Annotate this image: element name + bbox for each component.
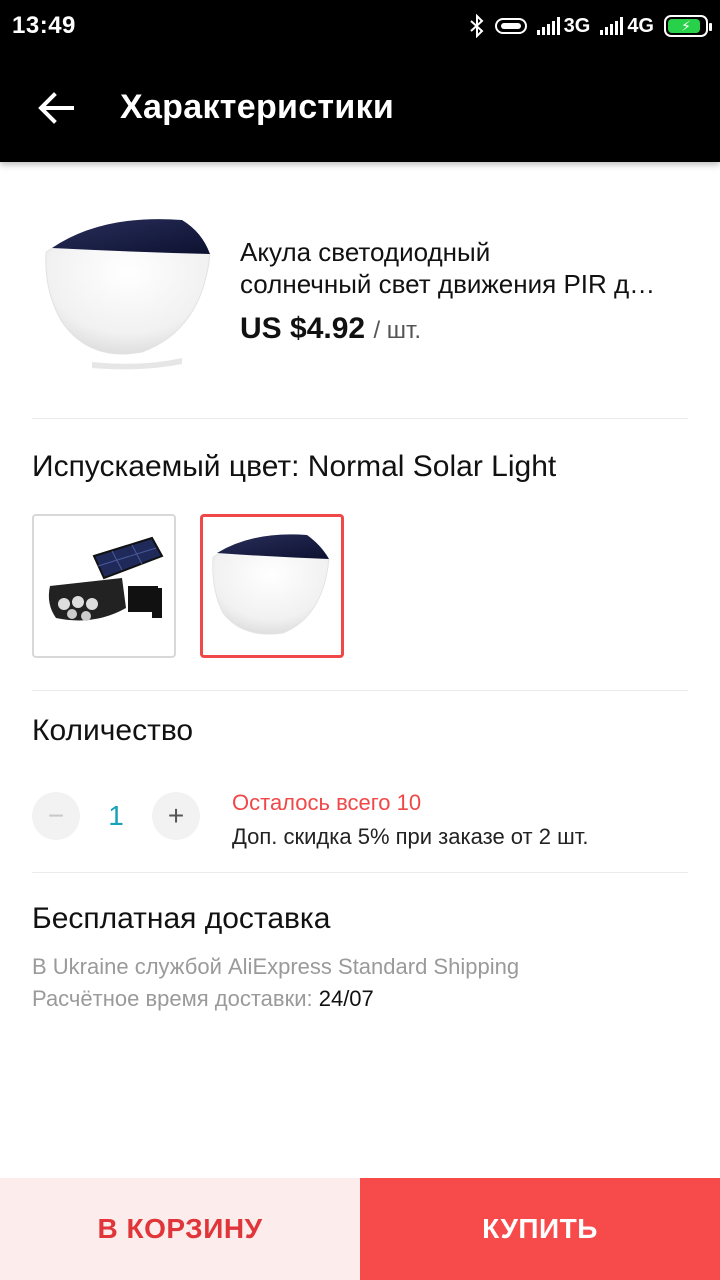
color-swatch-flood[interactable]	[32, 514, 176, 658]
quantity-label: Количество	[32, 714, 194, 747]
product-name: Акула светодиодный солнечный свет движен…	[240, 237, 656, 299]
quantity-increase-button[interactable]: +	[152, 792, 200, 840]
status-icons: 3G 4G ⚡	[469, 12, 712, 40]
status-bar: 13:49 3G 4G ⚡	[0, 0, 720, 52]
status-time: 13:49	[12, 12, 76, 39]
divider	[32, 690, 688, 691]
add-to-cart-button[interactable]: В КОРЗИНУ	[0, 1178, 360, 1280]
product-summary: Акула светодиодный солнечный свет движен…	[32, 212, 692, 382]
divider	[32, 872, 688, 873]
shipping-title: Бесплатная доставка	[32, 902, 331, 935]
plus-icon: +	[167, 800, 185, 831]
product-thumbnail[interactable]	[32, 212, 214, 372]
price-unit: / шт.	[373, 317, 422, 344]
vibrate-icon	[494, 18, 527, 34]
bluetooth-icon	[469, 14, 484, 38]
minus-icon: −	[47, 800, 65, 831]
battery-charging-icon: ⚡	[664, 15, 712, 37]
signal-icon	[536, 17, 560, 35]
color-swatch-normal-solar-light[interactable]	[200, 514, 344, 658]
shipping-method: В Ukraine службой AliExpress Standard Sh…	[32, 954, 520, 979]
signal-icon	[600, 17, 624, 35]
quantity-value[interactable]: 1	[96, 800, 136, 832]
stock-note: Осталось всего 10	[232, 790, 422, 815]
bottom-action-bar: В КОРЗИНУ КУПИТЬ	[0, 1178, 720, 1280]
app-bar: Характеристики	[0, 52, 720, 162]
normal-solar-light-image	[212, 534, 330, 635]
product-price: US $4.92	[240, 312, 366, 345]
divider	[32, 418, 688, 419]
price-row: US $4.92 / шт.	[240, 312, 421, 346]
back-button[interactable]	[30, 82, 82, 134]
signal-3g: 3G	[536, 14, 591, 38]
network-3g-label: 3G	[563, 14, 591, 37]
shipping-eta-label: Расчётное время доставки:	[32, 986, 319, 1011]
quantity-decrease-button[interactable]: −	[32, 792, 80, 840]
signal-4g: 4G	[600, 15, 654, 38]
flood-light-image	[48, 536, 164, 621]
shipping-eta-date: 24/07	[318, 986, 374, 1011]
page-title: Характеристики	[120, 88, 395, 126]
buy-now-button[interactable]: КУПИТЬ	[360, 1178, 720, 1280]
discount-note: Доп. скидка 5% при заказе от 2 шт.	[232, 824, 589, 849]
arrow-left-icon	[38, 92, 74, 124]
network-4g-label: 4G	[627, 14, 654, 37]
shipping-eta: Расчётное время доставки: 24/07	[32, 986, 374, 1012]
color-option-label: Испускаемый цвет: Normal Solar Light	[32, 450, 557, 483]
